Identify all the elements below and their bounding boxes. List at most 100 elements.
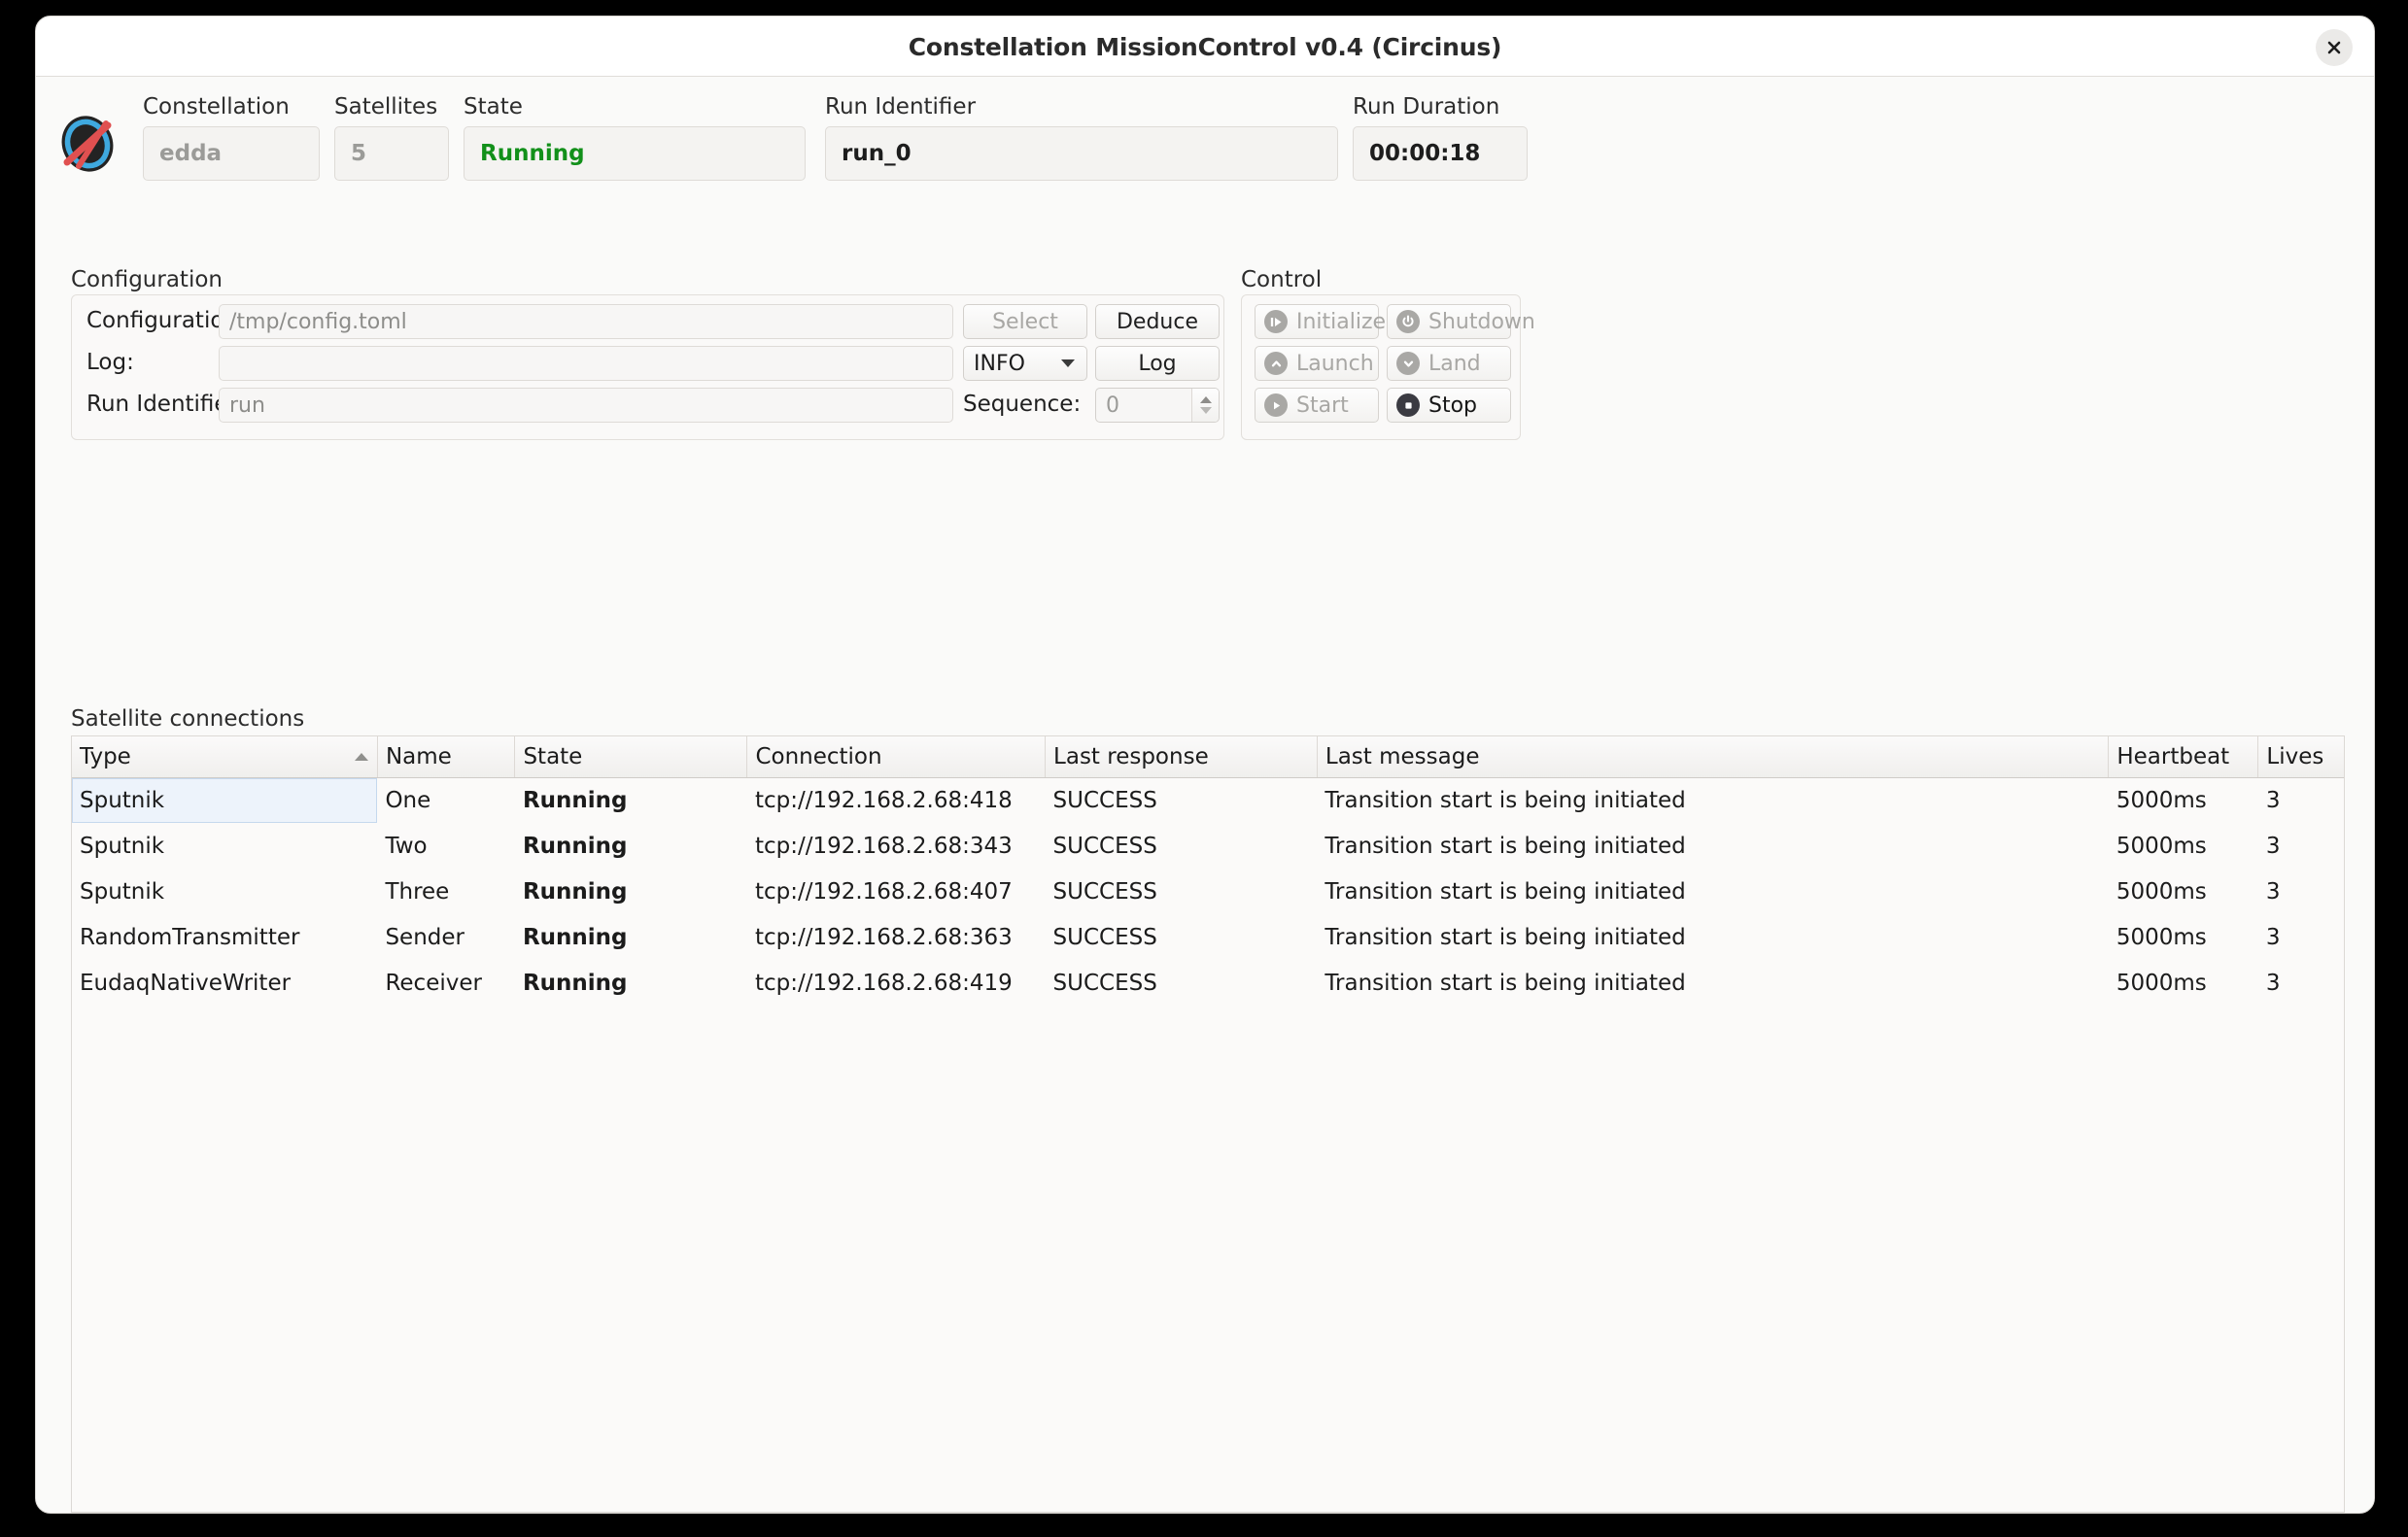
- log-level-select[interactable]: INFO: [963, 346, 1087, 381]
- cell-type: Sputnik: [80, 878, 165, 905]
- column-header-lives[interactable]: Lives: [2257, 736, 2344, 778]
- configuration-path-input[interactable]: /tmp/config.toml: [219, 304, 953, 339]
- satellites-value: 5: [334, 126, 449, 181]
- run-identifier-field-group: Run Identifier run_0: [825, 94, 1338, 181]
- table-empty-area: [72, 1006, 2344, 1511]
- column-header-type[interactable]: Type: [72, 736, 378, 778]
- constellation-label: Constellation: [143, 94, 290, 120]
- run-duration-label: Run Duration: [1353, 94, 1500, 120]
- stop-button[interactable]: Stop: [1387, 388, 1511, 423]
- cell-name: Two: [385, 833, 428, 859]
- column-header-last-response[interactable]: Last response: [1045, 736, 1318, 778]
- sequence-label: Sequence:: [963, 392, 1082, 417]
- cell-connection: tcp://192.168.2.68:407: [754, 878, 1013, 905]
- title-bar: Constellation MissionControl v0.4 (Circi…: [36, 17, 2374, 77]
- stepper-up-icon[interactable]: [1199, 396, 1212, 403]
- constellation-logo-icon: [61, 116, 114, 172]
- sequence-value: 0: [1106, 393, 1119, 418]
- select-button[interactable]: Select: [963, 304, 1087, 339]
- state-label: State: [464, 94, 523, 120]
- close-icon: [2327, 41, 2341, 54]
- sequence-stepper[interactable]: 0: [1095, 388, 1220, 423]
- launch-button[interactable]: Launch: [1255, 346, 1379, 381]
- run-identifier-input[interactable]: run: [219, 388, 953, 423]
- start-label: Start: [1296, 393, 1349, 418]
- column-header-name[interactable]: Name: [377, 736, 516, 778]
- cell-connection: tcp://192.168.2.68:343: [754, 833, 1013, 859]
- control-group-title: Control: [1241, 267, 1323, 292]
- cell-last-response: SUCCESS: [1052, 924, 1157, 950]
- sort-ascending-icon: [354, 752, 368, 761]
- run-duration-value: 00:00:18: [1353, 126, 1528, 181]
- satellites-label: Satellites: [334, 94, 438, 120]
- cell-heartbeat: 5000ms: [2116, 787, 2207, 813]
- cell-type: RandomTransmitter: [80, 924, 300, 950]
- log-button[interactable]: Log: [1095, 346, 1220, 381]
- initialize-label: Initialize: [1296, 309, 1387, 334]
- cell-name: Three: [385, 878, 450, 905]
- stop-icon: [1396, 393, 1420, 417]
- cell-lives: 3: [2265, 833, 2281, 859]
- cell-connection: tcp://192.168.2.68:363: [754, 924, 1013, 950]
- cell-last-message: Transition start is being initiated: [1324, 787, 1686, 813]
- cell-state: Running: [522, 878, 628, 905]
- run-duration-field-group: Run Duration 00:00:18: [1353, 94, 1528, 181]
- cell-type: Sputnik: [72, 777, 378, 823]
- cell-name: One: [385, 787, 431, 813]
- shutdown-button[interactable]: Shutdown: [1387, 304, 1535, 339]
- sequence-stepper-buttons[interactable]: [1191, 389, 1219, 422]
- state-value: Running: [464, 126, 806, 181]
- stop-label: Stop: [1428, 393, 1478, 418]
- land-button[interactable]: Land: [1387, 346, 1511, 381]
- column-header-last-message[interactable]: Last message: [1317, 736, 2110, 778]
- deduce-button[interactable]: Deduce: [1095, 304, 1220, 339]
- status-row: Constellation edda Satellites 5 State Ru…: [36, 77, 2374, 203]
- cell-state: Running: [522, 924, 628, 950]
- cell-last-response: SUCCESS: [1052, 970, 1157, 996]
- cell-lives: 3: [2265, 787, 2281, 813]
- window-content: Constellation edda Satellites 5 State Ru…: [36, 77, 2374, 1513]
- power-icon: [1396, 310, 1420, 333]
- cell-state: Running: [522, 833, 628, 859]
- initialize-icon: [1264, 310, 1288, 333]
- constellation-field-group: Constellation edda: [143, 94, 320, 181]
- close-button[interactable]: [2316, 29, 2353, 66]
- state-field-group: State Running: [464, 94, 806, 181]
- table-row[interactable]: EudaqNativeWriter Receiver Running tcp://19…: [72, 960, 2344, 1006]
- table-row[interactable]: Sputnik Three Running tcp://192.168.2.68:40…: [72, 869, 2344, 914]
- run-identifier-label: Run Identifier: [825, 94, 977, 120]
- initialize-button[interactable]: Initialize: [1255, 304, 1386, 339]
- table-header-row: Type Name State Connection Last response…: [72, 736, 2344, 778]
- cell-last-message: Transition start is being initiated: [1324, 878, 1686, 905]
- chevron-down-icon: [1061, 359, 1075, 367]
- column-header-heartbeat[interactable]: Heartbeat: [2108, 736, 2259, 778]
- chevron-up-icon: [1264, 352, 1288, 375]
- chevron-down-icon: [1396, 352, 1420, 375]
- satellite-table: Type Name State Connection Last response…: [72, 736, 2344, 1006]
- application-window: Constellation MissionControl v0.4 (Circi…: [35, 16, 2375, 1514]
- column-header-connection[interactable]: Connection: [746, 736, 1047, 778]
- cell-name: Sender: [385, 924, 464, 950]
- cell-state: Running: [522, 787, 628, 813]
- log-path-input[interactable]: [219, 346, 953, 381]
- cell-last-message: Transition start is being initiated: [1324, 833, 1686, 859]
- column-header-state[interactable]: State: [514, 736, 748, 778]
- configuration-group-title: Configuration: [71, 267, 223, 292]
- table-row[interactable]: RandomTransmitter Sender Running tcp://192.…: [72, 914, 2344, 960]
- cell-lives: 3: [2265, 878, 2281, 905]
- table-row[interactable]: Sputnik One Running tcp://192.168.2.68:418 S…: [72, 777, 2344, 823]
- cell-connection: tcp://192.168.2.68:419: [754, 970, 1013, 996]
- satellites-field-group: Satellites 5: [334, 94, 449, 181]
- stepper-down-icon[interactable]: [1199, 407, 1212, 414]
- window-title: Constellation MissionControl v0.4 (Circi…: [908, 33, 1502, 61]
- cell-heartbeat: 5000ms: [2116, 833, 2207, 859]
- cell-last-response: SUCCESS: [1052, 833, 1157, 859]
- constellation-value: edda: [143, 126, 320, 181]
- table-row[interactable]: Sputnik Two Running tcp://192.168.2.68:343 S…: [72, 823, 2344, 869]
- cell-state: Running: [522, 970, 628, 996]
- log-path-label: Log:: [86, 350, 134, 375]
- column-label-type: Type: [80, 743, 131, 769]
- start-button[interactable]: Start: [1255, 388, 1379, 423]
- cell-name: Receiver: [385, 970, 482, 996]
- cell-last-message: Transition start is being initiated: [1324, 924, 1686, 950]
